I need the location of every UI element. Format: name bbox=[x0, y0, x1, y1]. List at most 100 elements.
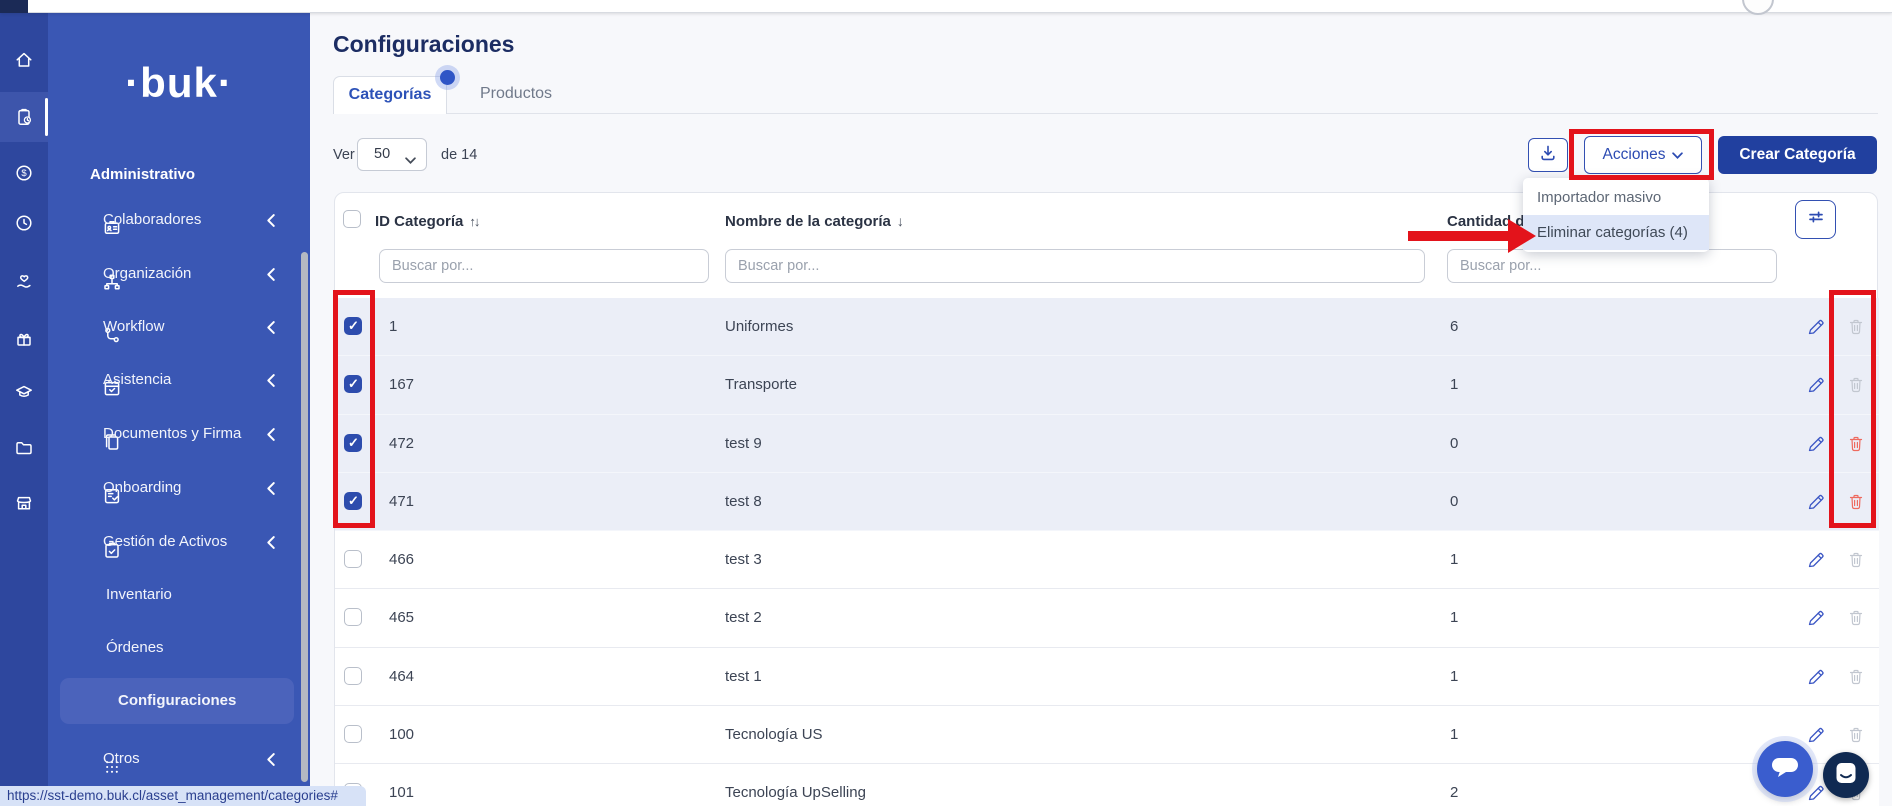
rail-item-folder[interactable] bbox=[0, 426, 48, 470]
tab-productos[interactable]: Productos bbox=[480, 76, 552, 114]
sidebar-item-inventario[interactable]: Inventario bbox=[48, 577, 310, 613]
cell-product-quantity: 1 bbox=[1450, 609, 1458, 626]
delete-trash-icon[interactable] bbox=[1846, 375, 1866, 395]
sidebar-item-colaboradores[interactable]: Colaboradores bbox=[48, 202, 310, 238]
edit-pencil-icon[interactable] bbox=[1806, 783, 1826, 803]
rail-item-benefits[interactable] bbox=[0, 260, 48, 304]
cell-category-id: 100 bbox=[389, 726, 414, 743]
download-button[interactable] bbox=[1528, 138, 1568, 172]
delete-trash-icon[interactable] bbox=[1846, 725, 1866, 745]
menu-item-eliminar-categorias[interactable]: Eliminar categorías (4) bbox=[1523, 215, 1709, 250]
create-category-button[interactable]: Crear Categoría bbox=[1718, 136, 1877, 174]
svg-text:$: $ bbox=[21, 168, 27, 179]
edit-pencil-icon[interactable] bbox=[1806, 725, 1826, 745]
delete-trash-icon[interactable] bbox=[1846, 550, 1866, 570]
tab-divider bbox=[333, 113, 1878, 114]
sidebar-item-otros[interactable]: Otros bbox=[48, 741, 310, 777]
sidebar-item-onboarding[interactable]: Onboarding bbox=[48, 470, 310, 506]
search-input-quantity[interactable] bbox=[1447, 249, 1777, 283]
column-header-id[interactable]: ID Categoría↑↓ bbox=[375, 213, 478, 230]
sliders-icon bbox=[1806, 207, 1826, 232]
cell-category-name: test 9 bbox=[725, 435, 762, 452]
rail-item-clipboard-clock[interactable] bbox=[0, 92, 48, 142]
edit-pencil-icon[interactable] bbox=[1806, 375, 1826, 395]
rail-item-training[interactable] bbox=[0, 370, 48, 414]
sidebar-item-documentos-y-firma[interactable]: Documentos y Firma bbox=[48, 416, 310, 452]
sidebar-item-label: Onboarding bbox=[103, 479, 181, 496]
sidebar-item-workflow[interactable]: Workflow bbox=[48, 309, 310, 345]
row-checkbox[interactable] bbox=[344, 608, 362, 626]
rail-item-time[interactable] bbox=[0, 201, 48, 245]
sidebar-item-asistencia[interactable]: Asistencia bbox=[48, 362, 310, 398]
chevron-left-icon bbox=[266, 268, 275, 281]
cell-category-name: test 2 bbox=[725, 609, 762, 626]
chevron-left-icon bbox=[266, 321, 275, 334]
cell-category-id: 101 bbox=[389, 784, 414, 801]
actions-dropdown-menu: Importador masivo Eliminar categorías (4… bbox=[1523, 178, 1709, 252]
select-all-checkbox[interactable] bbox=[343, 210, 361, 228]
cell-category-id: 1 bbox=[389, 318, 397, 335]
delete-trash-icon[interactable] bbox=[1846, 608, 1866, 628]
row-checkbox[interactable] bbox=[344, 725, 362, 743]
sidebar-item-label: Organización bbox=[103, 265, 191, 282]
row-checkbox[interactable] bbox=[344, 317, 362, 335]
download-icon bbox=[1538, 143, 1558, 168]
time-icon bbox=[14, 213, 34, 233]
sidebar-item-organizaci-n[interactable]: Organización bbox=[48, 256, 310, 292]
table-row: 472test 90 bbox=[335, 415, 1879, 473]
delete-trash-icon[interactable] bbox=[1846, 434, 1866, 454]
search-input-name[interactable] bbox=[725, 249, 1425, 283]
row-checkbox[interactable] bbox=[344, 492, 362, 510]
support-widget-button[interactable] bbox=[1823, 752, 1869, 798]
row-checkbox[interactable] bbox=[344, 375, 362, 393]
cell-product-quantity: 0 bbox=[1450, 493, 1458, 510]
edit-pencil-icon[interactable] bbox=[1806, 317, 1826, 337]
rail-item-payments[interactable]: $ bbox=[0, 151, 48, 195]
chat-smile-icon bbox=[1835, 761, 1857, 790]
sidebar-item-configuraciones[interactable]: Configuraciones bbox=[60, 678, 294, 724]
sidebar-item-label: Workflow bbox=[103, 318, 164, 335]
tab-categorias[interactable]: Categorías bbox=[333, 76, 447, 114]
status-url-tooltip: https://sst-demo.buk.cl/asset_management… bbox=[0, 786, 366, 806]
training-icon bbox=[14, 382, 34, 402]
column-settings-button[interactable] bbox=[1795, 200, 1836, 239]
edit-pencil-icon[interactable] bbox=[1806, 608, 1826, 628]
delete-trash-icon[interactable] bbox=[1846, 667, 1866, 687]
column-header-name[interactable]: Nombre de la categoría↓ bbox=[725, 213, 904, 230]
chat-widget-button[interactable] bbox=[1757, 741, 1813, 797]
gift-icon bbox=[14, 329, 34, 349]
menu-item-importador-masivo[interactable]: Importador masivo bbox=[1523, 180, 1709, 215]
cell-category-name: test 8 bbox=[725, 493, 762, 510]
sidebar-item-gesti-n-de-activos[interactable]: Gestión de Activos bbox=[48, 524, 310, 560]
sidebar-item-label: Órdenes bbox=[106, 639, 164, 656]
row-checkbox[interactable] bbox=[344, 434, 362, 452]
browser-top-bar bbox=[0, 0, 1892, 13]
table-row: 101Tecnología UpSelling2 bbox=[335, 764, 1879, 806]
table-row: 167Transporte1 bbox=[335, 356, 1879, 414]
actions-button-label: Acciones bbox=[1603, 146, 1666, 163]
chat-bubble-icon bbox=[1770, 754, 1800, 785]
edit-pencil-icon[interactable] bbox=[1806, 667, 1826, 687]
sidebar-menu: ·buk· Administrativo ColaboradoresOrgani… bbox=[48, 13, 310, 806]
edit-pencil-icon[interactable] bbox=[1806, 492, 1826, 512]
page-size-value: 50 bbox=[374, 146, 390, 162]
sidebar-scrollbar[interactable] bbox=[301, 252, 308, 782]
sidebar-item-label: Asistencia bbox=[103, 371, 171, 388]
cell-category-name: test 1 bbox=[725, 668, 762, 685]
delete-trash-icon[interactable] bbox=[1846, 492, 1866, 512]
edit-pencil-icon[interactable] bbox=[1806, 434, 1826, 454]
delete-trash-icon[interactable] bbox=[1846, 317, 1866, 337]
rail-item-gift[interactable] bbox=[0, 317, 48, 361]
sidebar-item--rdenes[interactable]: Órdenes bbox=[48, 630, 310, 666]
rail-item-marketplace[interactable] bbox=[0, 481, 48, 525]
search-input-id[interactable] bbox=[379, 249, 709, 283]
actions-button[interactable]: Acciones bbox=[1584, 136, 1702, 174]
tab-badge-dot bbox=[440, 70, 455, 85]
row-checkbox[interactable] bbox=[344, 667, 362, 685]
page-size-select[interactable]: 50 bbox=[357, 138, 427, 171]
edit-pencil-icon[interactable] bbox=[1806, 550, 1826, 570]
home-icon bbox=[14, 50, 34, 70]
rail-item-home[interactable] bbox=[0, 38, 48, 82]
sidebar-section-label: Administrativo bbox=[90, 166, 195, 183]
row-checkbox[interactable] bbox=[344, 550, 362, 568]
